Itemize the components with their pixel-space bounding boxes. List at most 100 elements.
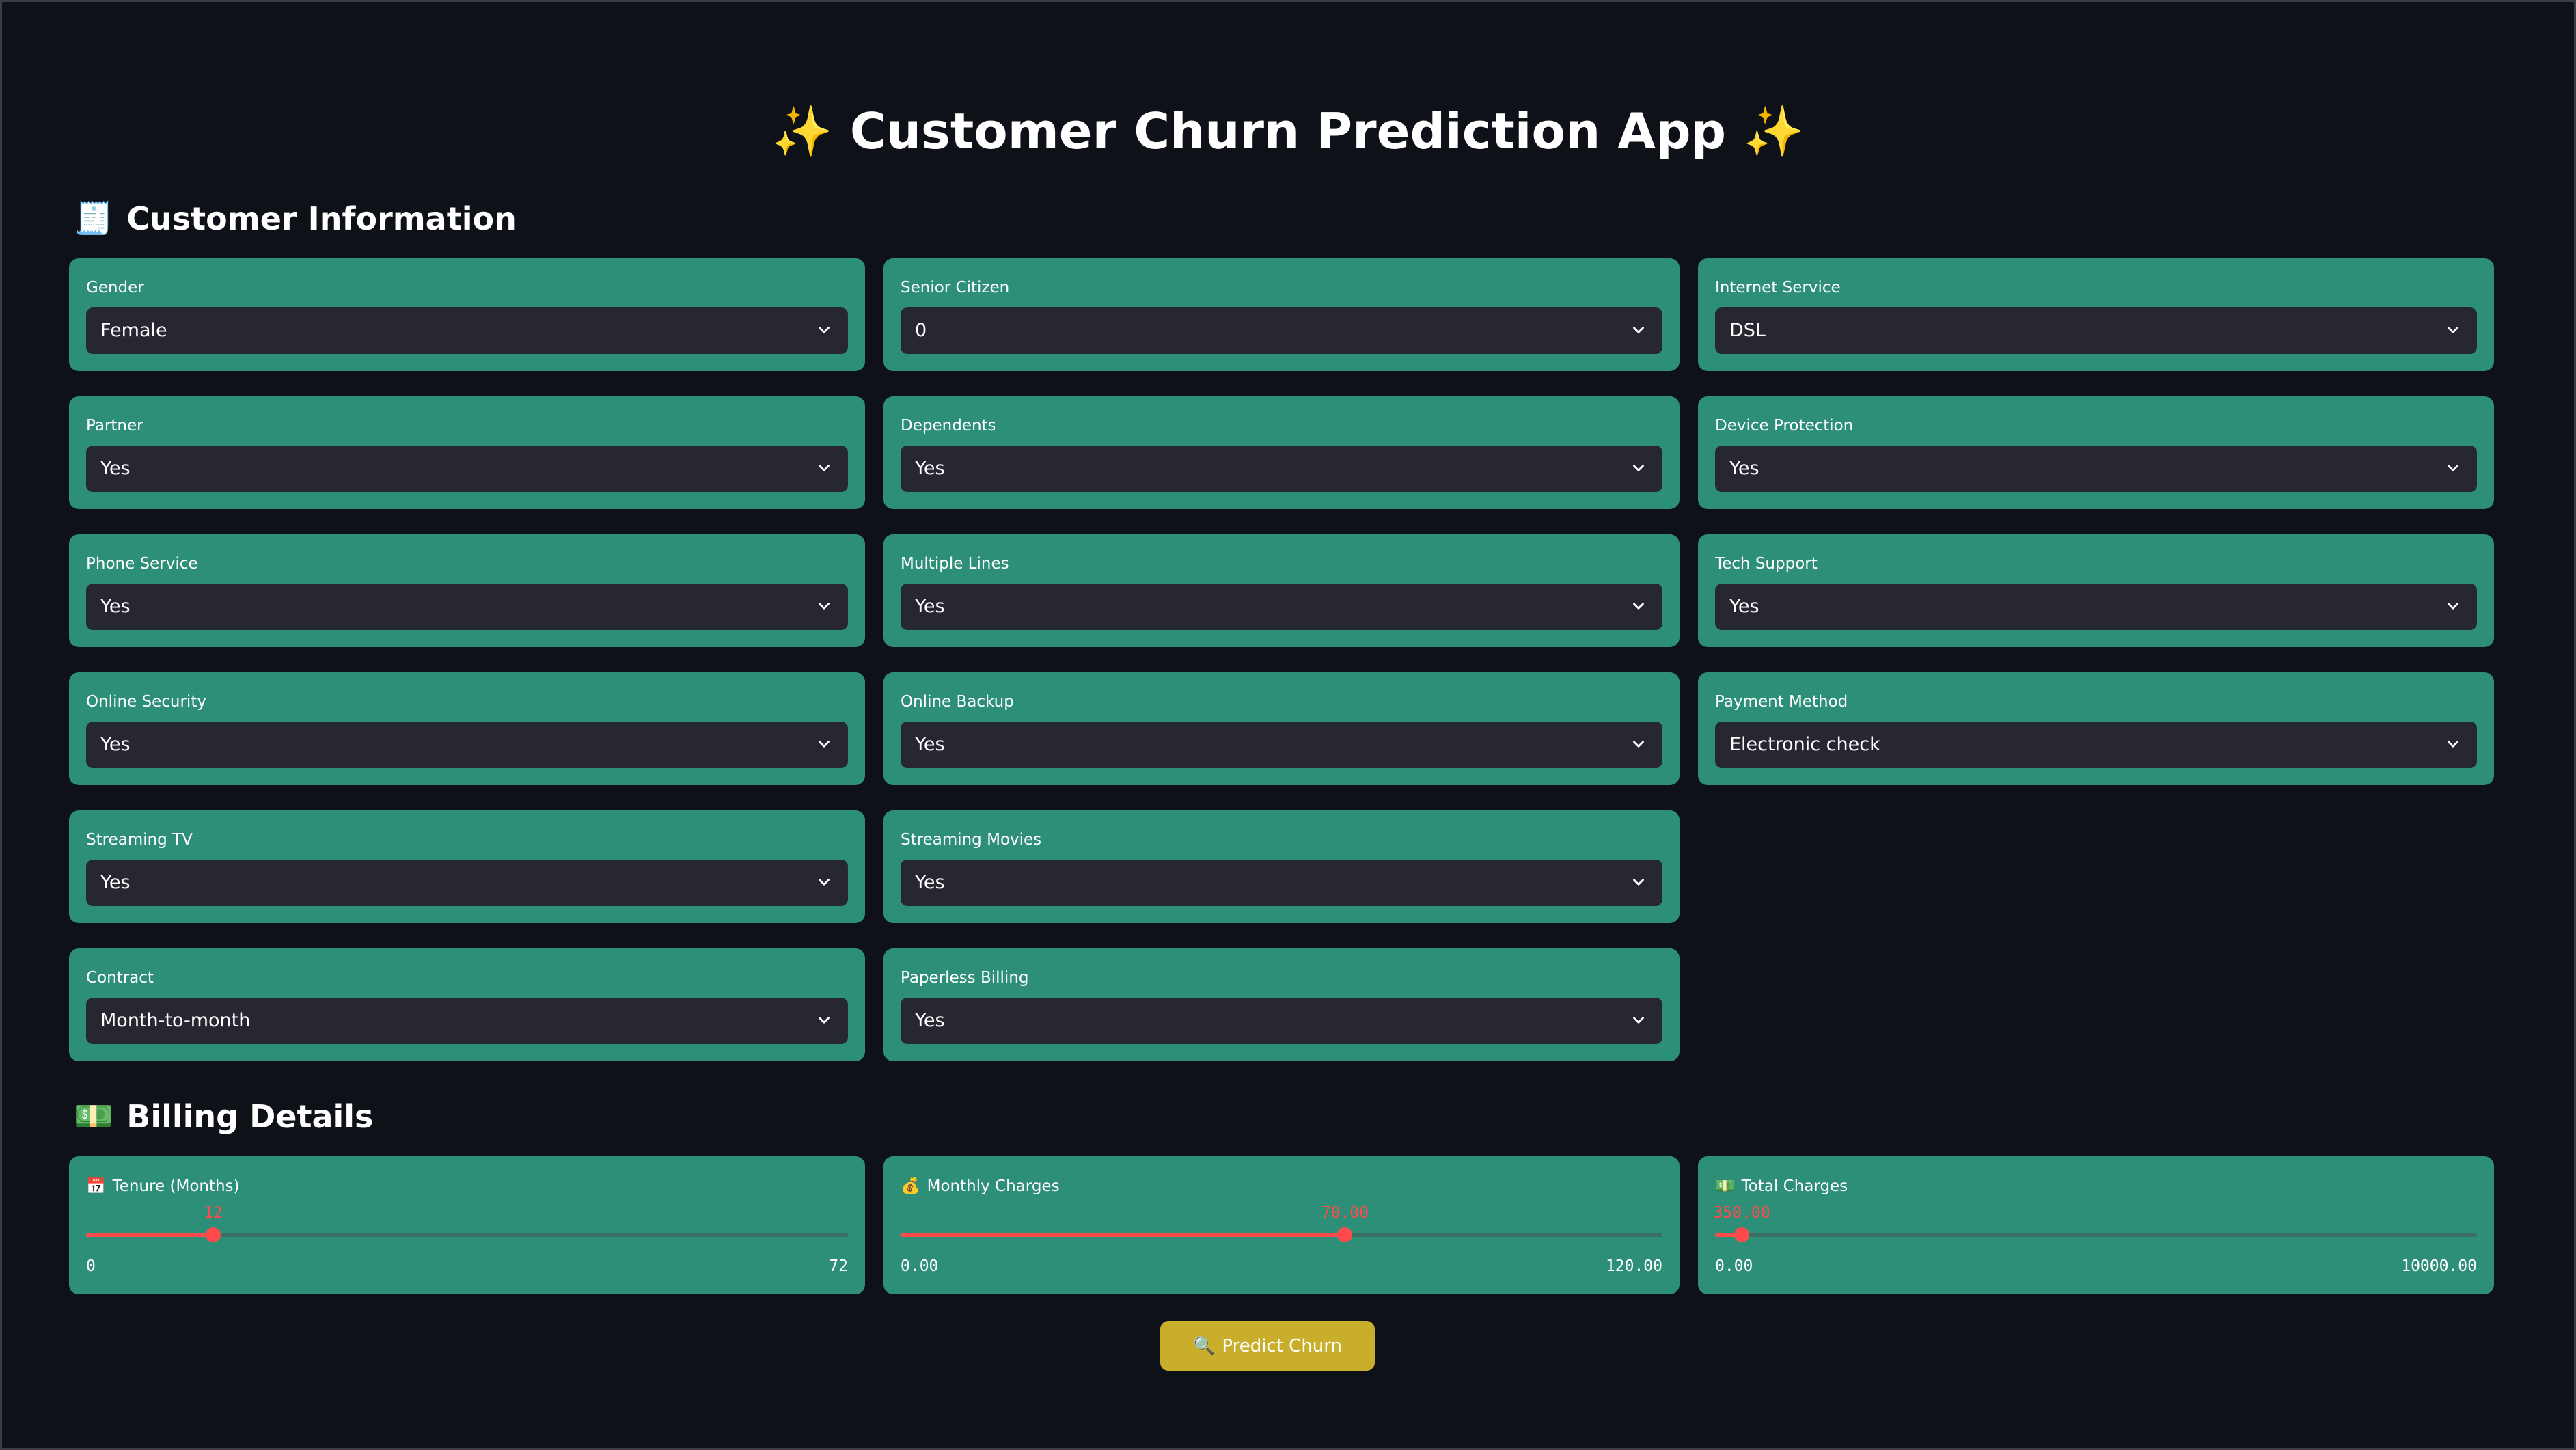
total-charges-slider-track[interactable]: 350.00 [1713,1204,2477,1242]
select-value: Yes [100,872,131,893]
field-label: Streaming Movies [901,831,1042,849]
chevron-down-icon [819,465,830,471]
field-label: Tech Support [1715,555,1818,573]
field-label: Multiple Lines [901,555,1009,573]
slider-fill [901,1233,1345,1237]
field-label: Dependents [901,417,996,435]
payment-method-select[interactable]: Electronic check [1715,722,2477,768]
field-internet-service: Internet Service DSL [1698,258,2494,371]
slider-min: 0.00 [1715,1257,1753,1275]
multiple-lines-select[interactable]: Yes [901,584,1662,630]
field-multiple-lines: Multiple Lines Yes [883,534,1680,647]
receipt-icon: 🧾 [74,200,113,236]
predict-churn-button[interactable]: 🔍 Predict Churn [1160,1321,1375,1371]
field-label: Senior Citizen [901,279,1010,297]
field-partner: Partner Yes [69,396,865,509]
tenure-slider-track[interactable]: 12 [86,1204,848,1242]
field-online-security: Online Security Yes [69,672,865,785]
select-value: Yes [915,1010,945,1031]
section-title: Customer Information [126,200,517,237]
select-value: 0 [915,320,927,341]
field-label: Online Security [86,693,206,711]
field-phone-service: Phone Service Yes [69,534,865,647]
streaming-movies-select[interactable]: Yes [901,860,1662,906]
monthly-charges-slider-track[interactable]: 70.00 [901,1204,1662,1242]
chevron-down-icon [1633,603,1644,610]
money-icon: 💵 [74,1097,113,1134]
money-bag-icon: 💰 [901,1177,920,1195]
device-protection-select[interactable]: Yes [1715,446,2477,492]
select-value: Yes [915,458,945,479]
select-value: DSL [1729,320,1766,341]
slider-fill [86,1233,213,1237]
select-value: Yes [915,734,945,755]
field-gender: Gender Female [69,258,865,371]
phone-service-select[interactable]: Yes [86,584,848,630]
online-security-select[interactable]: Yes [86,722,848,768]
field-label: Online Backup [901,693,1014,711]
slider-label-text: Monthly Charges [927,1177,1060,1195]
page-title: ✨ Customer Churn Prediction App ✨ [0,102,2576,161]
slider-min: 0 [86,1257,96,1275]
chevron-down-icon [819,741,830,748]
streaming-tv-select[interactable]: Yes [86,860,848,906]
chevron-down-icon [2448,465,2458,471]
section-billing-details: 💵 Billing Details [74,1097,373,1135]
senior-citizen-select[interactable]: 0 [901,307,1662,354]
cash-icon: 💵 [1715,1177,1735,1195]
online-backup-select[interactable]: Yes [901,722,1662,768]
field-label: Contract [86,969,154,987]
select-value: Yes [1729,596,1759,617]
field-streaming-tv: Streaming TV Yes [69,810,865,923]
paperless-billing-select[interactable]: Yes [901,998,1662,1044]
field-label: Streaming TV [86,831,193,849]
chevron-down-icon [819,879,830,886]
field-contract: Contract Month-to-month [69,948,865,1061]
slider-thumb[interactable] [205,1227,221,1242]
slider-thumb[interactable] [1337,1227,1353,1242]
chevron-down-icon [2448,741,2458,748]
field-label: Payment Method [1715,693,1848,711]
contract-select[interactable]: Month-to-month [86,998,848,1044]
sparkles-icon: ✨ [1743,102,1805,160]
magnifier-icon: 🔍 [1192,1335,1216,1356]
chevron-down-icon [1633,1017,1644,1024]
field-streaming-movies: Streaming Movies Yes [883,810,1680,923]
field-label: Phone Service [86,555,198,573]
select-value: Female [100,320,167,341]
chevron-down-icon [2448,327,2458,333]
section-customer-information: 🧾 Customer Information [74,200,517,237]
chevron-down-icon [1633,879,1644,886]
field-device-protection: Device Protection Yes [1698,396,2494,509]
internet-service-select[interactable]: DSL [1715,307,2477,354]
field-paperless-billing: Paperless Billing Yes [883,948,1680,1061]
slider-label: 📅 Tenure (Months) [86,1177,240,1196]
field-label: Internet Service [1715,279,1841,297]
chevron-down-icon [1633,741,1644,748]
slider-thumb[interactable] [1734,1227,1750,1242]
partner-select[interactable]: Yes [86,446,848,492]
section-title: Billing Details [126,1097,374,1135]
slider-label: 💵 Total Charges [1715,1177,1848,1196]
field-dependents: Dependents Yes [883,396,1680,509]
field-label: Paperless Billing [901,969,1029,987]
slider-min: 0.00 [901,1257,939,1275]
field-payment-method: Payment Method Electronic check [1698,672,2494,785]
slider-current-value: 12 [204,1204,223,1222]
dependents-select[interactable]: Yes [901,446,1662,492]
slider-current-value: 350.00 [1713,1204,1770,1222]
field-label: Partner [86,417,143,435]
gender-select[interactable]: Female [86,307,848,354]
chevron-down-icon [1633,327,1644,333]
calendar-icon: 📅 [86,1177,106,1195]
field-label: Gender [86,279,144,297]
field-senior-citizen: Senior Citizen 0 [883,258,1680,371]
slider-max: 120.00 [1605,1257,1662,1275]
slider-current-value: 70.00 [1321,1204,1369,1222]
slider-max: 72 [829,1257,848,1275]
select-value: Month-to-month [100,1010,251,1031]
chevron-down-icon [819,1017,830,1024]
select-value: Yes [100,458,131,479]
tech-support-select[interactable]: Yes [1715,584,2477,630]
field-label: Device Protection [1715,417,1854,435]
